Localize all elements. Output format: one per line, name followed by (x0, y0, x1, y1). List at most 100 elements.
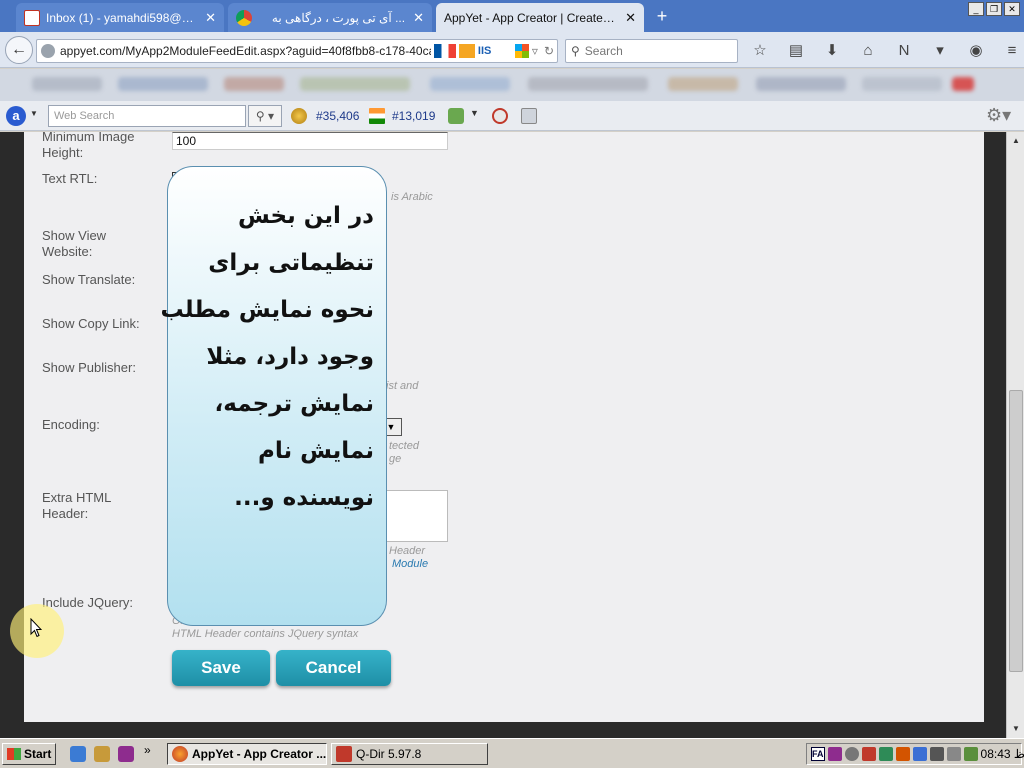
volume-icon[interactable] (946, 747, 961, 761)
search-box[interactable]: ⚲ Search (565, 39, 738, 63)
stopwatch-icon[interactable] (492, 108, 508, 124)
window-controls: _ ❐ ✕ (968, 2, 1020, 16)
ie-quicklaunch-icon[interactable] (70, 746, 86, 762)
extra-html-hint: Header (389, 545, 426, 557)
home-icon[interactable]: ⌂ (856, 40, 880, 62)
bookmark-item[interactable] (32, 77, 102, 91)
bookmark-item[interactable] (862, 77, 942, 91)
tab-gmail-inbox[interactable]: Inbox (1) - yamahdi598@gma... ✕ (16, 3, 224, 32)
restore-icon[interactable]: ❐ (986, 2, 1002, 16)
callout-line: وجود دارد، مثلا (206, 344, 374, 370)
footer-links-blurred: ____ _ _______ ____ __ _______ _______ _… (300, 730, 607, 738)
chrome-icon (236, 9, 252, 26)
encoding-hint: tected (389, 440, 419, 452)
web-search-button[interactable]: ⚲ ▾ (248, 105, 282, 127)
reading-list-icon[interactable]: ▤ (784, 40, 808, 62)
bookmark-item[interactable] (668, 77, 738, 91)
ask-logo-icon[interactable]: a (6, 106, 26, 126)
bookmark-item[interactable] (756, 77, 846, 91)
global-rank: #35,406 (316, 109, 360, 123)
close-icon[interactable]: ✕ (625, 10, 636, 26)
back-arrow-icon[interactable]: ← (5, 36, 33, 64)
encoding-hint: ge (389, 453, 402, 465)
include-jquery-label: Include JQuery: (42, 595, 134, 610)
shield-icon[interactable] (895, 747, 910, 761)
close-window-icon[interactable]: ✕ (1004, 2, 1020, 16)
callout-line: نمایش ترجمه، (214, 391, 374, 417)
start-label: Start (24, 747, 52, 761)
mouse-pointer-icon (30, 618, 42, 638)
tray-app-icon[interactable] (844, 747, 859, 761)
taskbar-item-label: Q-Dir 5.97.8 (356, 747, 422, 761)
address-bar[interactable]: appyet.com/MyApp2ModuleFeedEdit.aspx?agu… (36, 39, 558, 63)
dropdown-arrow-icon[interactable]: ▾ (928, 40, 952, 62)
bookmark-item[interactable] (118, 77, 208, 91)
language-indicator[interactable]: FA (811, 747, 825, 761)
show-view-website-label: Show View Website: (42, 228, 107, 259)
contact-card-icon[interactable] (521, 108, 537, 124)
start-button[interactable]: Start (2, 743, 56, 765)
browser-tab-strip: Inbox (1) - yamahdi598@gma... ✕ ... آی ت… (0, 0, 1024, 32)
taskbar-item-firefox[interactable]: AppYet - App Creator ... (167, 743, 327, 765)
menu-hamburger-icon[interactable]: ≡ (1000, 40, 1024, 62)
extra-html-header-textarea[interactable] (380, 490, 448, 542)
navigation-bar: ← appyet.com/MyApp2ModuleFeedEdit.aspx?a… (0, 32, 1024, 68)
system-clock[interactable]: 08:43 ب.ظ (981, 747, 1024, 761)
scroll-down-arrow-icon[interactable]: ▼ (1009, 722, 1023, 736)
country-rank: #13,019 (392, 109, 436, 123)
web-search-input[interactable]: Web Search (48, 105, 246, 127)
bookmark-item[interactable] (300, 77, 410, 91)
quicklaunch-more-icon[interactable]: » (144, 743, 151, 757)
tab-itport[interactable]: ... آی تی پورت ، درگاهی به ✕ (228, 3, 432, 32)
scrollbar-thumb[interactable] (1009, 390, 1023, 672)
tray-app-icon[interactable] (827, 747, 842, 761)
scroll-up-arrow-icon[interactable]: ▲ (1009, 134, 1023, 148)
dropdown-arrow-icon[interactable]: ▼ (470, 108, 479, 118)
bookmark-item[interactable] (528, 77, 648, 91)
bookmark-item[interactable] (224, 77, 284, 91)
iis-icon: IIS (477, 45, 492, 57)
tray-app-icon[interactable] (912, 747, 927, 761)
extra-html-header-label: Extra HTML Header: (42, 490, 111, 521)
bookmark-star-icon[interactable]: ☆ (748, 40, 772, 62)
close-icon[interactable]: ✕ (413, 10, 424, 26)
tray-app-icon[interactable] (878, 747, 893, 761)
tab-appyet[interactable]: AppYet - App Creator | Create An... ✕ (436, 3, 644, 32)
page-viewport: Minimum Image Height: 100 Text RTL: is A… (0, 132, 1006, 738)
callout-line: نمایش نام (258, 438, 374, 464)
encoding-label: Encoding: (42, 417, 100, 432)
dropdown-arrow-icon[interactable]: ▼ (30, 109, 38, 118)
bookmark-item[interactable] (952, 77, 974, 91)
bookmark-item[interactable] (430, 77, 510, 91)
minimize-icon[interactable]: _ (968, 2, 984, 16)
tray-app-icon[interactable] (963, 747, 978, 761)
extension-n-icon[interactable]: N (892, 40, 916, 62)
tray-app-icon[interactable] (861, 747, 876, 761)
windows-logo-icon (514, 44, 529, 58)
show-translate-label: Show Translate: (42, 272, 136, 287)
tutorial-callout-bubble: در این بخش تنظیماتی برای نحوه نمایش مطلب… (161, 166, 387, 626)
taskbar-item-qdir[interactable]: Q-Dir 5.97.8 (331, 743, 488, 765)
tab-title: ... آی تی پورت ، درگاهی به (271, 10, 406, 25)
gear-icon[interactable]: ⚙▾ (986, 105, 1011, 126)
vertical-scrollbar[interactable]: ▲ ▼ (1006, 132, 1024, 738)
show-publisher-label: Show Publisher: (42, 360, 136, 375)
url-text: appyet.com/MyApp2ModuleFeedEdit.aspx?agu… (60, 44, 431, 58)
download-icon[interactable]: ⬇ (820, 40, 844, 62)
network-icon[interactable] (929, 747, 944, 761)
tab-title: Inbox (1) - yamahdi598@gma... (46, 10, 197, 25)
save-button[interactable]: Save (172, 650, 270, 686)
dropdown-arrow-icon[interactable]: ▿ (532, 44, 538, 58)
text-rtl-hint: is Arabic (391, 191, 433, 203)
link-icon[interactable] (448, 108, 464, 124)
module-link[interactable]: Module (392, 558, 428, 570)
min-image-height-input[interactable]: 100 (172, 132, 448, 150)
reload-icon[interactable]: ↻ (544, 44, 554, 58)
close-icon[interactable]: ✕ (205, 10, 216, 26)
app-quicklaunch-icon[interactable] (118, 746, 134, 762)
addon-circle-icon[interactable]: ◉ (964, 40, 988, 62)
tool-quicklaunch-icon[interactable] (94, 746, 110, 762)
new-tab-button[interactable]: + (652, 6, 672, 26)
search-icon: ⚲ (571, 44, 580, 58)
cancel-button[interactable]: Cancel (276, 650, 391, 686)
